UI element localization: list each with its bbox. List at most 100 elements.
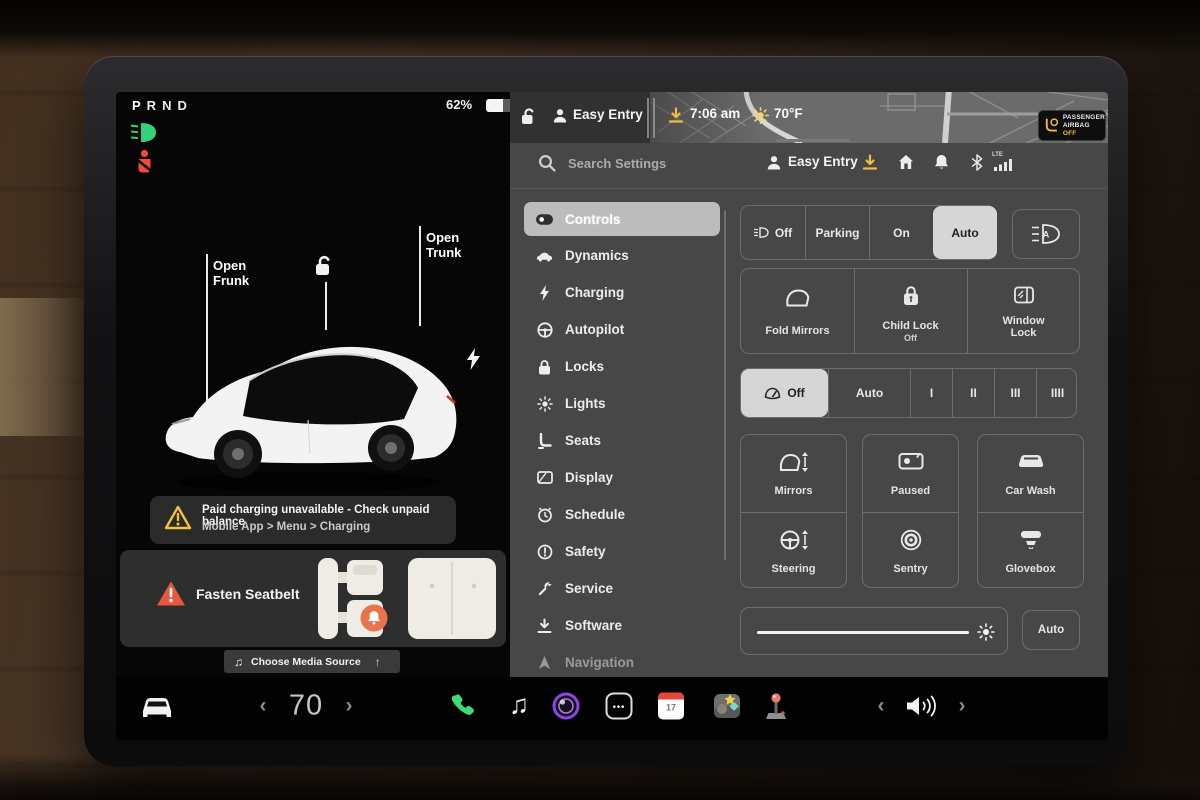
sidebar-item-controls[interactable]: Controls [524, 202, 720, 236]
app-launcher-icon[interactable]: ••• [606, 693, 633, 720]
segment-label: Off [775, 226, 792, 240]
dashcam-paused-button[interactable]: Paused [863, 435, 958, 512]
seatbelt-warning-icon [133, 149, 156, 174]
auto-highbeam-button[interactable]: A [1012, 209, 1080, 259]
car-icon [536, 247, 553, 264]
sidebar-item-label: Locks [565, 359, 604, 374]
steering-wheel-icon [536, 321, 553, 338]
temp-down-chevron[interactable]: ‹ [260, 694, 267, 718]
volume-up-chevron[interactable]: › [959, 694, 966, 718]
sidebar-item-label: Seats [565, 433, 601, 448]
search-input[interactable]: Search Settings [568, 156, 666, 171]
steering-button[interactable]: Steering [741, 513, 846, 590]
lights-on-segment[interactable]: On [869, 206, 933, 259]
sidebar-item-service[interactable]: Service [524, 570, 720, 607]
homelink-icon[interactable] [898, 154, 914, 170]
seat-occupancy-diagram [316, 556, 500, 641]
sidebar-item-display[interactable]: Display [524, 459, 720, 496]
gear-d: D [177, 98, 186, 113]
navigation-arrow-icon [536, 654, 553, 671]
lights-parking-segment[interactable]: Parking [805, 206, 869, 259]
frunk-label: Open Frunk [213, 258, 261, 288]
media-music-icon[interactable]: ♫ [509, 690, 529, 721]
download-icon[interactable] [862, 154, 878, 171]
driver-profile-icon [552, 108, 568, 124]
charging-alert[interactable]: Paid charging unavailable - Check unpaid… [150, 496, 456, 544]
child-lock-icon [902, 285, 919, 306]
sentry-button[interactable]: Sentry [863, 513, 958, 590]
wipers-speed1-segment[interactable]: I [910, 369, 952, 417]
mirrors-button[interactable]: Mirrors [741, 435, 846, 512]
child-lock-button[interactable]: Child Lock Off [854, 269, 967, 353]
toybox-icon[interactable] [713, 692, 741, 720]
sidebar-scrollbar[interactable] [724, 210, 726, 560]
up-arrow-icon[interactable]: ↑ [375, 655, 381, 669]
software-update-icon[interactable] [668, 107, 684, 124]
sidebar-item-lights[interactable]: Lights [524, 385, 720, 422]
wood-shelf [0, 298, 92, 436]
brightness-auto-button[interactable]: Auto [1022, 610, 1080, 650]
sidebar-item-seats[interactable]: Seats [524, 422, 720, 459]
sidebar-item-charging[interactable]: Charging [524, 274, 720, 311]
phone-icon[interactable] [450, 693, 477, 720]
sidebar-item-locks[interactable]: Locks [524, 348, 720, 385]
sidebar-item-autopilot[interactable]: Autopilot [524, 311, 720, 348]
sidebar-item-label: Lights [565, 396, 606, 411]
sidebar-item-label: Schedule [565, 507, 625, 522]
seatbelt-alert-panel[interactable]: Fasten Seatbelt [120, 550, 506, 647]
calendar-icon[interactable]: 17 [658, 693, 684, 720]
window-lock-button[interactable]: Window Lock [967, 269, 1080, 353]
status-profile-name[interactable]: Easy Entry [573, 107, 643, 122]
airbag-line1: PASSENGER [1063, 114, 1105, 122]
sidebar-item-navigation[interactable]: Navigation [524, 644, 720, 681]
sidebar-item-label: Display [565, 470, 613, 485]
sidebar-item-schedule[interactable]: Schedule [524, 496, 720, 533]
wipers-speed4-segment[interactable]: IIII [1036, 369, 1078, 417]
quick-buttons-row: Fold Mirrors Child Lock Off [740, 268, 1080, 354]
sidebar-item-dynamics[interactable]: Dynamics [524, 237, 720, 274]
sentry-icon [900, 529, 922, 551]
temp-up-chevron[interactable]: › [346, 694, 353, 718]
wrench-icon [536, 580, 553, 597]
touchscreen-bezel: PRND 62% Open Frunk [84, 56, 1128, 766]
app-orb-icon[interactable] [552, 692, 580, 720]
grid-column-2: Paused Sentry [862, 434, 959, 588]
dock-car-controls-icon[interactable] [138, 694, 176, 720]
wipers-speed3-segment[interactable]: III [994, 369, 1036, 417]
volume-down-chevron[interactable]: ‹ [878, 694, 885, 718]
battery-fill [486, 99, 503, 112]
weather-sun-icon [752, 107, 769, 124]
wipers-off-segment[interactable]: Off [741, 369, 828, 417]
bluetooth-icon[interactable] [971, 154, 983, 171]
seat-icon [536, 432, 553, 449]
button-label: Window Lock [993, 315, 1054, 339]
car-wash-button[interactable]: Car Wash [978, 435, 1083, 512]
fold-mirrors-button[interactable]: Fold Mirrors [741, 269, 854, 353]
lights-off-segment[interactable]: Off [741, 206, 805, 259]
glovebox-icon [1019, 529, 1043, 549]
volume-speaker-icon[interactable] [905, 693, 939, 719]
strip-divider [647, 98, 649, 138]
glovebox-button[interactable]: Glovebox [978, 513, 1083, 590]
segment-label: On [893, 226, 910, 240]
window-lock-icon [1013, 286, 1034, 304]
wipers-speed2-segment[interactable]: II [952, 369, 994, 417]
auto-highbeam-icon: A [1030, 223, 1062, 245]
notifications-bell-icon[interactable] [934, 154, 949, 170]
sidebar-item-software[interactable]: Software [524, 607, 720, 644]
button-label: Fold Mirrors [741, 325, 854, 337]
arcade-joystick-icon[interactable] [763, 692, 789, 720]
cabin-temperature[interactable]: 70 [289, 690, 323, 723]
unlocked-status-icon[interactable] [520, 107, 538, 126]
panel-drag-handle[interactable] [776, 139, 850, 142]
media-source-bar[interactable]: ♫ Choose Media Source ↑ [224, 650, 400, 673]
lights-auto-segment[interactable]: Auto [933, 206, 997, 259]
brightness-slider[interactable] [757, 631, 969, 634]
vehicle-render[interactable] [158, 320, 470, 502]
bottom-dock: ‹ 70 › ♫ ••• 17 [116, 677, 1108, 740]
sidebar-item-safety[interactable]: Safety [524, 533, 720, 570]
wipers-auto-segment[interactable]: Auto [828, 369, 910, 417]
sidebar-item-label: Controls [565, 212, 621, 227]
profile-name[interactable]: Easy Entry [788, 154, 858, 169]
button-label: Auto [1038, 624, 1064, 636]
